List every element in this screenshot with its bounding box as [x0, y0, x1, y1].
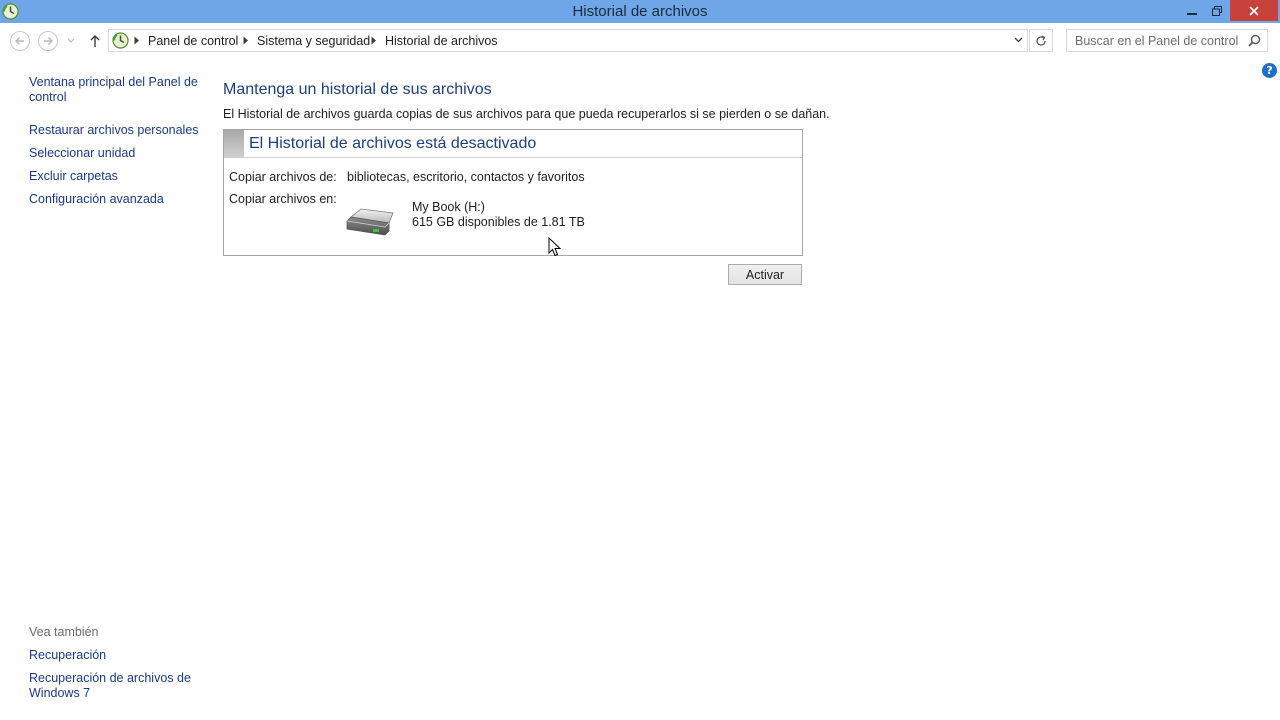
chevron-down-icon: [67, 38, 75, 43]
mouse-cursor-icon: [548, 237, 562, 257]
drive-name: My Book (H:): [412, 200, 485, 214]
breadcrumb-historial-de-archivos[interactable]: Historial de archivos: [385, 34, 498, 48]
link-ventana-principal[interactable]: Ventana principal del Panel de control: [29, 75, 199, 105]
status-panel: El Historial de archivos está desactivad…: [223, 129, 803, 256]
minimize-button[interactable]: [1180, 0, 1204, 21]
help-icon[interactable]: ?: [1262, 63, 1277, 78]
status-indicator: [224, 130, 244, 157]
refresh-icon: [1036, 34, 1046, 46]
arrow-up-icon: [90, 35, 100, 47]
link-recuperacion[interactable]: Recuperación: [29, 648, 106, 663]
arrow-right-icon: [44, 37, 53, 45]
title-bar: Historial de archivos: [0, 0, 1280, 23]
up-button[interactable]: [85, 31, 105, 51]
restore-icon: [1212, 5, 1222, 16]
drive-space: 615 GB disponibles de 1.81 TB: [412, 215, 585, 229]
see-also-heading: Vea también: [29, 625, 99, 639]
back-button[interactable]: [10, 31, 30, 51]
minimize-icon: [1187, 12, 1197, 15]
control-panel-icon: [112, 32, 129, 49]
forward-button[interactable]: [38, 31, 58, 51]
link-recuperacion-windows-7[interactable]: Recuperación de archivos de Windows 7: [29, 671, 194, 701]
copy-from-label: Copiar archivos de:: [229, 170, 337, 184]
status-header: El Historial de archivos está desactivad…: [224, 130, 802, 158]
arrow-left-icon: [15, 37, 24, 45]
copy-to-label: Copiar archivos en:: [229, 192, 337, 206]
copy-from-value: bibliotecas, escritorio, contactos y fav…: [347, 170, 585, 184]
status-title: El Historial de archivos está desactivad…: [249, 135, 537, 152]
chevron-right-icon[interactable]: [371, 36, 377, 45]
address-dropdown-icon[interactable]: [1014, 37, 1023, 43]
breadcrumb-sistema-y-seguridad[interactable]: Sistema y seguridad: [257, 34, 370, 48]
chevron-right-icon[interactable]: [243, 36, 249, 45]
address-bar[interactable]: Panel de control Sistema y seguridad His…: [108, 29, 1028, 52]
breadcrumb-panel-de-control[interactable]: Panel de control: [148, 34, 238, 48]
search-box[interactable]: [1066, 29, 1268, 52]
hard-drive-icon: [346, 208, 394, 236]
page-heading: Mantenga un historial de sus archivos: [223, 81, 492, 98]
navigation-bar: Panel de control Sistema y seguridad His…: [0, 23, 1280, 58]
search-icon[interactable]: [1248, 34, 1261, 47]
link-seleccionar-unidad[interactable]: Seleccionar unidad: [29, 146, 135, 161]
page-description: El Historial de archivos guarda copias d…: [223, 107, 830, 121]
link-configuracion-avanzada[interactable]: Configuración avanzada: [29, 192, 164, 207]
close-button[interactable]: [1230, 0, 1278, 21]
search-input[interactable]: [1067, 30, 1243, 51]
link-excluir-carpetas[interactable]: Excluir carpetas: [29, 169, 118, 184]
refresh-button[interactable]: [1029, 29, 1053, 52]
activate-button[interactable]: Activar: [728, 264, 802, 285]
close-icon: [1249, 5, 1259, 16]
window-title: Historial de archivos: [572, 3, 708, 20]
chevron-right-icon[interactable]: [134, 36, 140, 45]
link-restaurar-archivos[interactable]: Restaurar archivos personales: [29, 123, 199, 138]
restore-button[interactable]: [1205, 0, 1229, 21]
recent-locations-button[interactable]: [64, 31, 78, 51]
